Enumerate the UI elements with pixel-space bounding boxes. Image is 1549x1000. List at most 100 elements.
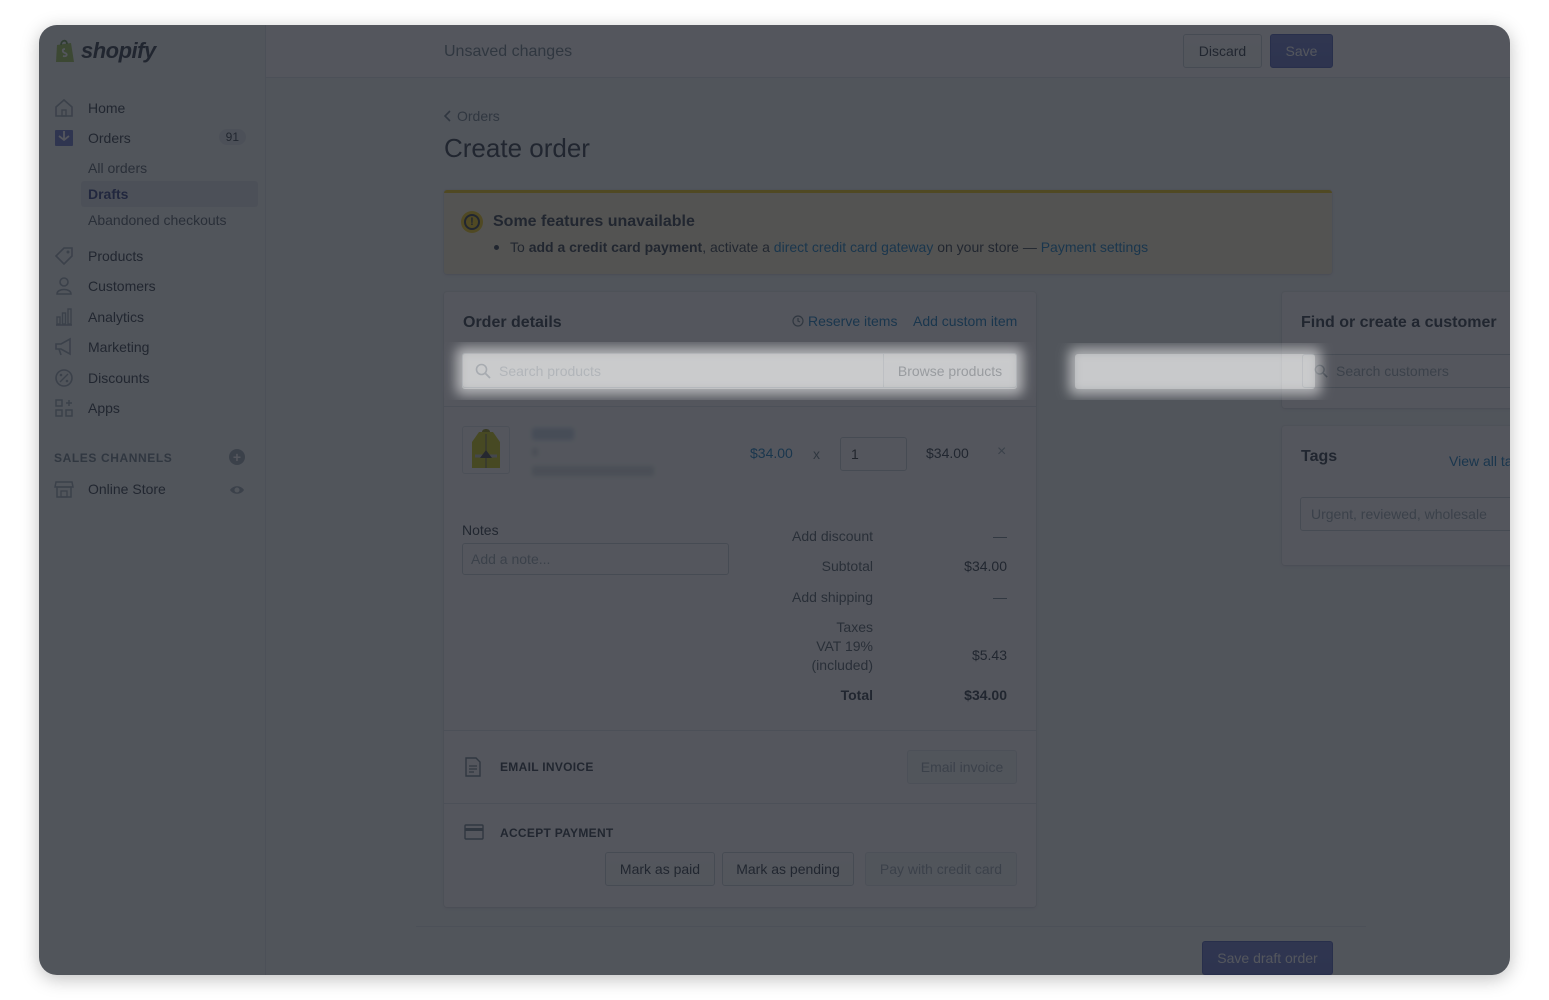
bar-chart-icon	[56, 308, 72, 326]
orders-icon	[55, 130, 73, 146]
discount-value: —	[993, 528, 1007, 544]
discard-button[interactable]: Discard	[1183, 34, 1262, 68]
subtotal-value: $34.00	[964, 558, 1007, 574]
total-value: $34.00	[964, 687, 1007, 703]
multiply-sign: x	[813, 446, 820, 462]
sidebar-item-label: Marketing	[88, 339, 150, 355]
add-discount-link[interactable]: Add discount	[792, 528, 873, 544]
taxes-link[interactable]: Taxes	[836, 619, 873, 635]
add-shipping-link[interactable]: Add shipping	[792, 589, 873, 605]
unsaved-changes-label: Unsaved changes	[444, 43, 573, 60]
notes-input[interactable]: Add a note...	[462, 543, 729, 575]
browse-products-button[interactable]: Browse products	[883, 353, 1017, 388]
mark-as-paid-button[interactable]: Mark as paid	[605, 852, 715, 886]
banner-title: Some features unavailable	[493, 213, 695, 230]
order-details-title: Order details	[463, 314, 562, 331]
discount-icon	[55, 369, 73, 387]
banner-message: To add a credit card payment, activate a…	[493, 239, 1148, 255]
chevron-left-icon	[444, 110, 451, 122]
search-icon	[475, 363, 491, 379]
sidebar-item-label: Discounts	[88, 370, 150, 386]
page-title: Create order	[444, 133, 590, 163]
sidebar-item-discounts[interactable]: Discounts	[53, 364, 258, 392]
email-invoice-button[interactable]: Email invoice	[907, 750, 1017, 784]
sidebar-item-apps[interactable]: Apps	[53, 394, 258, 422]
customer-card-title: Find or create a customer	[1301, 314, 1497, 331]
top-bar: Unsaved changes Discard Save	[266, 25, 1510, 78]
footer-divider	[416, 926, 1366, 927]
save-button[interactable]: Save	[1270, 34, 1333, 68]
shopify-bag-icon	[56, 39, 74, 62]
shipping-value: —	[993, 589, 1007, 605]
mark-as-pending-button[interactable]: Mark as pending	[722, 852, 854, 886]
sidebar-item-products[interactable]: Products	[53, 242, 258, 270]
quantity-input[interactable]: 1	[840, 437, 907, 471]
remove-item-icon[interactable]: ×	[997, 443, 1006, 461]
save-draft-order-button[interactable]: Save draft order	[1202, 941, 1333, 975]
megaphone-icon	[55, 337, 71, 356]
add-channel-icon[interactable]: +	[229, 449, 245, 465]
view-all-tags-link[interactable]: View all tags	[1449, 453, 1510, 469]
product-search-group: Search products Browse products	[462, 353, 1017, 388]
tag-icon	[54, 247, 73, 266]
sidebar-item-label: Customers	[88, 278, 156, 294]
taxes-value: $5.43	[971, 647, 1007, 663]
sidebar-item-label: Online Store	[88, 481, 166, 497]
sidebar-subitem-drafts[interactable]: Drafts	[81, 181, 258, 207]
sidebar-item-orders[interactable]: Orders 91	[53, 124, 258, 152]
sidebar: shopify Home Orders 91 All orders Drafts…	[39, 25, 266, 975]
sidebar-item-label: Home	[88, 100, 126, 116]
vat-included: (included)	[811, 657, 873, 673]
store-icon	[54, 481, 74, 498]
tags-card: Tags View all tags Urgent, reviewed, who…	[1282, 426, 1510, 565]
clock-icon	[792, 315, 804, 327]
pay-with-credit-card-button[interactable]: Pay with credit card	[865, 852, 1017, 886]
product-thumbnail[interactable]	[462, 426, 510, 474]
email-invoice-heading: EMAIL INVOICE	[500, 760, 594, 774]
customer-card: Find or create a customer Search custome…	[1282, 292, 1510, 408]
product-search-input[interactable]: Search products	[462, 353, 883, 388]
sidebar-subitem-abandoned-checkouts[interactable]: Abandoned checkouts	[81, 207, 258, 233]
credit-card-icon	[464, 824, 484, 840]
sidebar-item-label: Orders	[88, 130, 131, 146]
add-custom-item-link[interactable]: Add custom item	[913, 313, 1017, 329]
payment-settings-link[interactable]: Payment settings	[1041, 239, 1148, 255]
order-details-card: Order details Reserve items Add custom i…	[444, 292, 1036, 907]
orders-count-badge: 91	[218, 129, 246, 145]
eye-icon[interactable]	[229, 482, 245, 498]
brand-name: shopify	[81, 38, 156, 63]
vat-rate: VAT 19%	[816, 638, 873, 654]
main-content: Orders Create order ! Some features unav…	[266, 78, 1510, 975]
sidebar-item-label: Products	[88, 248, 144, 264]
warning-banner: ! Some features unavailable To add a cre…	[444, 190, 1332, 274]
person-icon	[56, 277, 72, 295]
sidebar-item-label: Analytics	[88, 309, 145, 325]
breadcrumb-link[interactable]: Orders	[457, 108, 500, 124]
search-icon	[1314, 364, 1328, 378]
shopify-logo[interactable]: shopify	[53, 38, 156, 64]
sidebar-item-customers[interactable]: Customers	[53, 272, 258, 300]
customer-search-input[interactable]: Search customers	[1302, 354, 1510, 388]
tags-input[interactable]: Urgent, reviewed, wholesale	[1300, 497, 1510, 531]
sidebar-item-label: Apps	[88, 400, 120, 416]
sidebar-item-marketing[interactable]: Marketing	[53, 333, 258, 361]
sidebar-item-online-store[interactable]: Online Store	[53, 475, 258, 503]
warning-icon: !	[461, 211, 483, 233]
subtotal-label: Subtotal	[821, 558, 873, 574]
gateway-link[interactable]: direct credit card gateway	[774, 239, 934, 255]
notes-label: Notes	[462, 522, 499, 538]
tags-title: Tags	[1301, 448, 1338, 465]
total-label: Total	[840, 687, 873, 703]
home-icon	[55, 98, 73, 117]
document-icon	[465, 757, 481, 777]
reserve-items-link[interactable]: Reserve items	[792, 313, 897, 329]
app-window: shopify Home Orders 91 All orders Drafts…	[39, 25, 1510, 975]
sidebar-item-analytics[interactable]: Analytics	[53, 303, 258, 331]
accept-payment-heading: ACCEPT PAYMENT	[500, 826, 614, 840]
line-item-total: $34.00	[926, 445, 969, 461]
breadcrumb[interactable]: Orders	[444, 108, 500, 124]
sidebar-item-home[interactable]: Home	[53, 94, 258, 122]
line-item-price[interactable]: $34.00	[750, 445, 793, 461]
apps-icon	[55, 399, 73, 417]
sidebar-subitem-all-orders[interactable]: All orders	[81, 155, 258, 181]
